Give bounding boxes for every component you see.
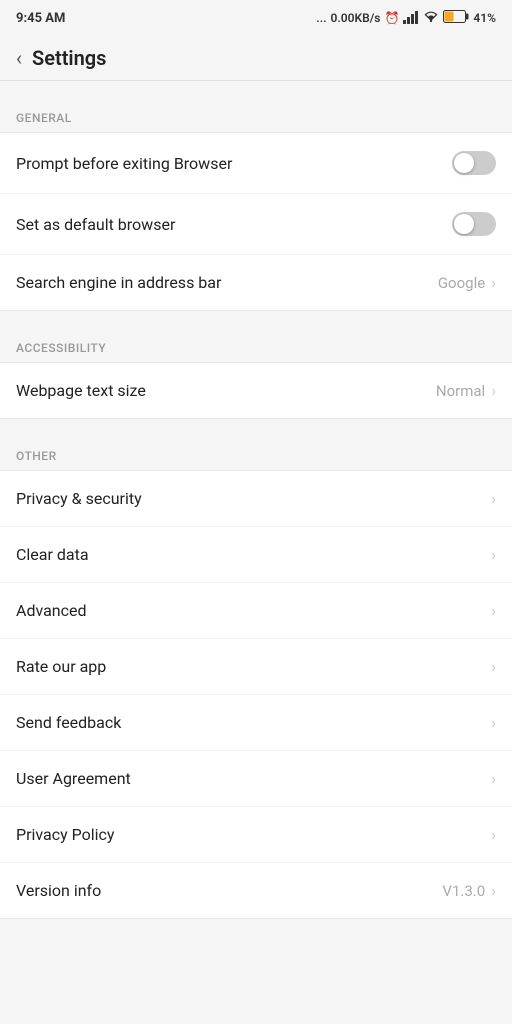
setting-row-prompt-exit[interactable]: Prompt before exiting Browser bbox=[0, 133, 512, 194]
chevron-right-icon: › bbox=[491, 769, 496, 788]
chevron-right-icon: › bbox=[491, 381, 496, 400]
setting-label-advanced: Advanced bbox=[16, 601, 87, 620]
chevron-right-icon: › bbox=[491, 273, 496, 292]
section-gap bbox=[0, 419, 512, 431]
setting-right-version-info: V1.3.0 › bbox=[442, 881, 496, 900]
section-label-other: OTHER bbox=[16, 449, 57, 463]
section-gap bbox=[0, 311, 512, 323]
section-header-other: OTHER bbox=[0, 431, 512, 470]
setting-row-send-feedback[interactable]: Send feedback › bbox=[0, 695, 512, 751]
setting-row-search-engine[interactable]: Search engine in address bar Google › bbox=[0, 255, 512, 310]
setting-right-send-feedback: › bbox=[491, 713, 496, 732]
battery-icon bbox=[443, 10, 469, 26]
back-button[interactable]: ‹ bbox=[16, 46, 22, 70]
setting-right-clear-data: › bbox=[491, 545, 496, 564]
setting-value-version-info: V1.3.0 bbox=[442, 882, 485, 900]
section-body-accessibility: Webpage text size Normal › bbox=[0, 362, 512, 419]
setting-label-search-engine: Search engine in address bar bbox=[16, 273, 221, 292]
setting-label-default-browser: Set as default browser bbox=[16, 215, 175, 234]
setting-label-rate-app: Rate our app bbox=[16, 657, 106, 676]
setting-right-default-browser bbox=[452, 212, 496, 236]
setting-label-clear-data: Clear data bbox=[16, 545, 89, 564]
setting-right-prompt-exit bbox=[452, 151, 496, 175]
section-gap bbox=[0, 81, 512, 93]
toggle-knob-prompt-exit bbox=[454, 153, 474, 173]
setting-row-text-size[interactable]: Webpage text size Normal › bbox=[0, 363, 512, 418]
back-icon: ‹ bbox=[16, 46, 22, 70]
toggle-default-browser[interactable] bbox=[452, 212, 496, 236]
chevron-right-icon: › bbox=[491, 657, 496, 676]
setting-label-user-agreement: User Agreement bbox=[16, 769, 131, 788]
setting-label-version-info: Version info bbox=[16, 881, 101, 900]
status-bar: 9:45 AM ... 0.00KB/s ⏰ bbox=[0, 0, 512, 36]
section-body-general: Prompt before exiting Browser Set as defa… bbox=[0, 132, 512, 311]
setting-value-text-size: Normal bbox=[436, 382, 485, 400]
page-title: Settings bbox=[32, 46, 106, 70]
signal-dots: ... bbox=[316, 11, 326, 25]
section-label-general: GENERAL bbox=[16, 111, 72, 125]
status-icons: ... 0.00KB/s ⏰ 41% bbox=[316, 10, 496, 27]
chevron-right-icon: › bbox=[491, 825, 496, 844]
chevron-right-icon: › bbox=[491, 489, 496, 508]
section-body-other: Privacy & security›Clear data›Advanced›R… bbox=[0, 470, 512, 919]
setting-row-rate-app[interactable]: Rate our app › bbox=[0, 639, 512, 695]
setting-row-advanced[interactable]: Advanced › bbox=[0, 583, 512, 639]
battery-percent: 41% bbox=[473, 11, 496, 25]
setting-label-privacy-policy: Privacy Policy bbox=[16, 825, 115, 844]
setting-value-search-engine: Google bbox=[438, 274, 485, 292]
chevron-right-icon: › bbox=[491, 601, 496, 620]
setting-right-privacy-policy: › bbox=[491, 825, 496, 844]
section-label-accessibility: ACCESSIBILITY bbox=[16, 341, 106, 355]
setting-row-user-agreement[interactable]: User Agreement › bbox=[0, 751, 512, 807]
chevron-right-icon: › bbox=[491, 881, 496, 900]
section-header-accessibility: ACCESSIBILITY bbox=[0, 323, 512, 362]
status-time: 9:45 AM bbox=[16, 11, 65, 26]
setting-right-text-size: Normal › bbox=[436, 381, 496, 400]
setting-row-privacy-security[interactable]: Privacy & security › bbox=[0, 471, 512, 527]
setting-label-text-size: Webpage text size bbox=[16, 381, 146, 400]
toggle-prompt-exit[interactable] bbox=[452, 151, 496, 175]
chevron-right-icon: › bbox=[491, 713, 496, 732]
setting-row-version-info[interactable]: Version info V1.3.0 › bbox=[0, 863, 512, 918]
data-speed: 0.00KB/s bbox=[331, 11, 381, 25]
setting-right-rate-app: › bbox=[491, 657, 496, 676]
chevron-right-icon: › bbox=[491, 545, 496, 564]
alarm-icon: ⏰ bbox=[384, 11, 399, 25]
wifi-icon bbox=[423, 11, 439, 26]
setting-right-user-agreement: › bbox=[491, 769, 496, 788]
setting-label-privacy-security: Privacy & security bbox=[16, 489, 142, 508]
setting-label-prompt-exit: Prompt before exiting Browser bbox=[16, 154, 232, 173]
section-header-general: GENERAL bbox=[0, 93, 512, 132]
signal-icon bbox=[403, 10, 419, 27]
setting-row-clear-data[interactable]: Clear data › bbox=[0, 527, 512, 583]
setting-row-privacy-policy[interactable]: Privacy Policy › bbox=[0, 807, 512, 863]
settings-header: ‹ Settings bbox=[0, 36, 512, 81]
settings-sections: GENERAL Prompt before exiting Browser Set … bbox=[0, 81, 512, 919]
setting-right-search-engine: Google › bbox=[438, 273, 496, 292]
setting-right-privacy-security: › bbox=[491, 489, 496, 508]
setting-right-advanced: › bbox=[491, 601, 496, 620]
toggle-knob-default-browser bbox=[454, 214, 474, 234]
setting-row-default-browser[interactable]: Set as default browser bbox=[0, 194, 512, 255]
setting-label-send-feedback: Send feedback bbox=[16, 713, 121, 732]
